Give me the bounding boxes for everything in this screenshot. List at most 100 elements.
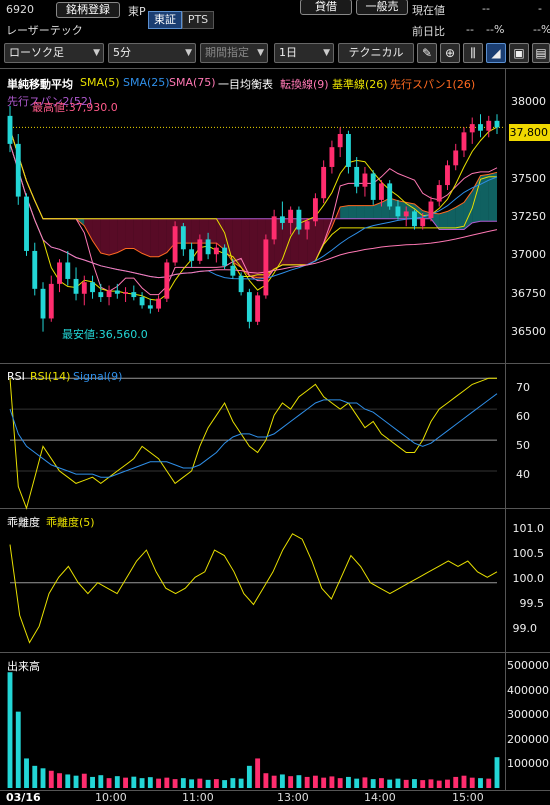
candle-body: [48, 283, 54, 319]
volume-bar: [395, 778, 401, 788]
candle-body: [329, 147, 335, 167]
candle-body: [296, 209, 302, 230]
volume-bar: [337, 778, 343, 788]
rsi-tick: 60: [516, 410, 530, 423]
ichimoku-cloud: [117, 218, 126, 253]
signal-legend: Signal(9): [73, 370, 123, 383]
volume-bar: [469, 777, 475, 788]
rsi-tick: 50: [516, 439, 530, 452]
candle-body: [255, 295, 261, 322]
volume-tick: 400000: [507, 684, 549, 697]
candle-body: [370, 173, 376, 200]
time-tick: 13:00: [277, 791, 309, 804]
volume-bar: [312, 775, 318, 788]
ichimoku-cloud: [133, 218, 143, 254]
volume-bar: [379, 778, 384, 788]
volume-bar: [296, 775, 302, 788]
candle-body: [379, 183, 384, 200]
candle-body: [412, 211, 417, 227]
volume-bar: [362, 777, 368, 788]
sma25-legend: SMA(25): [123, 76, 170, 89]
rsi-legend: RSI(14): [30, 370, 71, 383]
kijun-legend: 基準線(26): [332, 78, 388, 91]
ichimoku-cloud: [142, 218, 151, 257]
volume-bar: [461, 775, 467, 788]
candle-body: [172, 226, 178, 263]
candle-body: [453, 150, 459, 166]
candle-body: [461, 132, 467, 151]
volume-bar: [321, 777, 327, 788]
candle-body: [106, 290, 112, 298]
volume-bar: [370, 779, 376, 788]
deviation-tick: 100.0: [512, 572, 545, 585]
volume-bar: [263, 773, 269, 788]
low-annotation: 最安値:36,560.0: [62, 328, 148, 341]
ichimoku-cloud: [125, 218, 134, 249]
volume-bar: [354, 778, 360, 788]
candle-body: [230, 265, 236, 276]
volume-bar: [90, 776, 95, 788]
volume-tick: 300000: [507, 708, 549, 721]
volume-bar: [123, 777, 128, 788]
volume-bar: [304, 776, 310, 788]
date-label: 03/16: [6, 791, 41, 804]
candle-body: [131, 292, 137, 298]
candle-body: [279, 216, 285, 223]
ichimoku-cloud: [364, 205, 374, 219]
deviation-title: 乖離度: [7, 516, 40, 529]
volume-tick: 200000: [507, 733, 549, 746]
candle-body: [337, 134, 343, 148]
candle-body: [164, 262, 170, 299]
price-tick: 38000: [511, 95, 546, 108]
candle-body: [486, 120, 492, 131]
volume-bar: [48, 770, 54, 788]
ichimoku-cloud: [249, 218, 258, 278]
volume-bar: [147, 777, 153, 788]
volume-bar: [279, 774, 285, 788]
price-tick: 36750: [511, 287, 546, 300]
rsi-title: RSI: [7, 370, 25, 383]
candle-body: [478, 124, 483, 131]
candle-body: [445, 165, 450, 186]
volume-bar: [271, 775, 277, 788]
candle-body: [15, 143, 21, 197]
volume-bar: [486, 778, 492, 788]
volume-bar: [172, 779, 178, 788]
candle-body: [197, 239, 203, 261]
candle-body: [304, 221, 310, 230]
candle-body: [288, 209, 294, 223]
volume-bar: [412, 779, 417, 788]
rsi-tick: 40: [516, 468, 530, 481]
volume-bar: [15, 711, 21, 788]
time-tick: 10:00: [95, 791, 127, 804]
deviation-tick: 101.0: [512, 522, 545, 535]
candle-body: [90, 282, 95, 293]
time-tick: 14:00: [364, 791, 396, 804]
candle-body: [436, 185, 442, 202]
volume-bar: [98, 775, 104, 788]
price-tick: 36500: [511, 325, 546, 338]
ichimoku-cloud: [109, 218, 118, 256]
ichimoku-cloud: [92, 218, 101, 253]
deviation-line: [9, 533, 498, 644]
volume-bar: [197, 778, 203, 788]
sma-title: 単純移動平均: [7, 78, 73, 91]
volume-bar: [222, 780, 228, 788]
ichimoku-cloud: [439, 211, 448, 230]
candle-body: [205, 239, 211, 255]
volume-bar: [81, 773, 87, 788]
volume-bar: [387, 779, 393, 788]
candle-body: [24, 196, 29, 251]
ichimoku-cloud: [158, 218, 167, 257]
volume-bar: [106, 778, 112, 788]
price-tick: 37500: [511, 172, 546, 185]
ichimoku-cloud: [340, 205, 349, 219]
ichimoku-title: 一目均衡表: [218, 78, 273, 91]
candle-body: [65, 262, 71, 279]
signal-line: [9, 393, 498, 478]
chart-canvas[interactable]: [0, 0, 550, 805]
sma75-legend: SMA(75): [169, 76, 216, 89]
deviation-tick: 100.5: [512, 547, 545, 560]
candle-body: [57, 262, 62, 284]
tenkan-legend: 転換線(9): [280, 78, 329, 91]
